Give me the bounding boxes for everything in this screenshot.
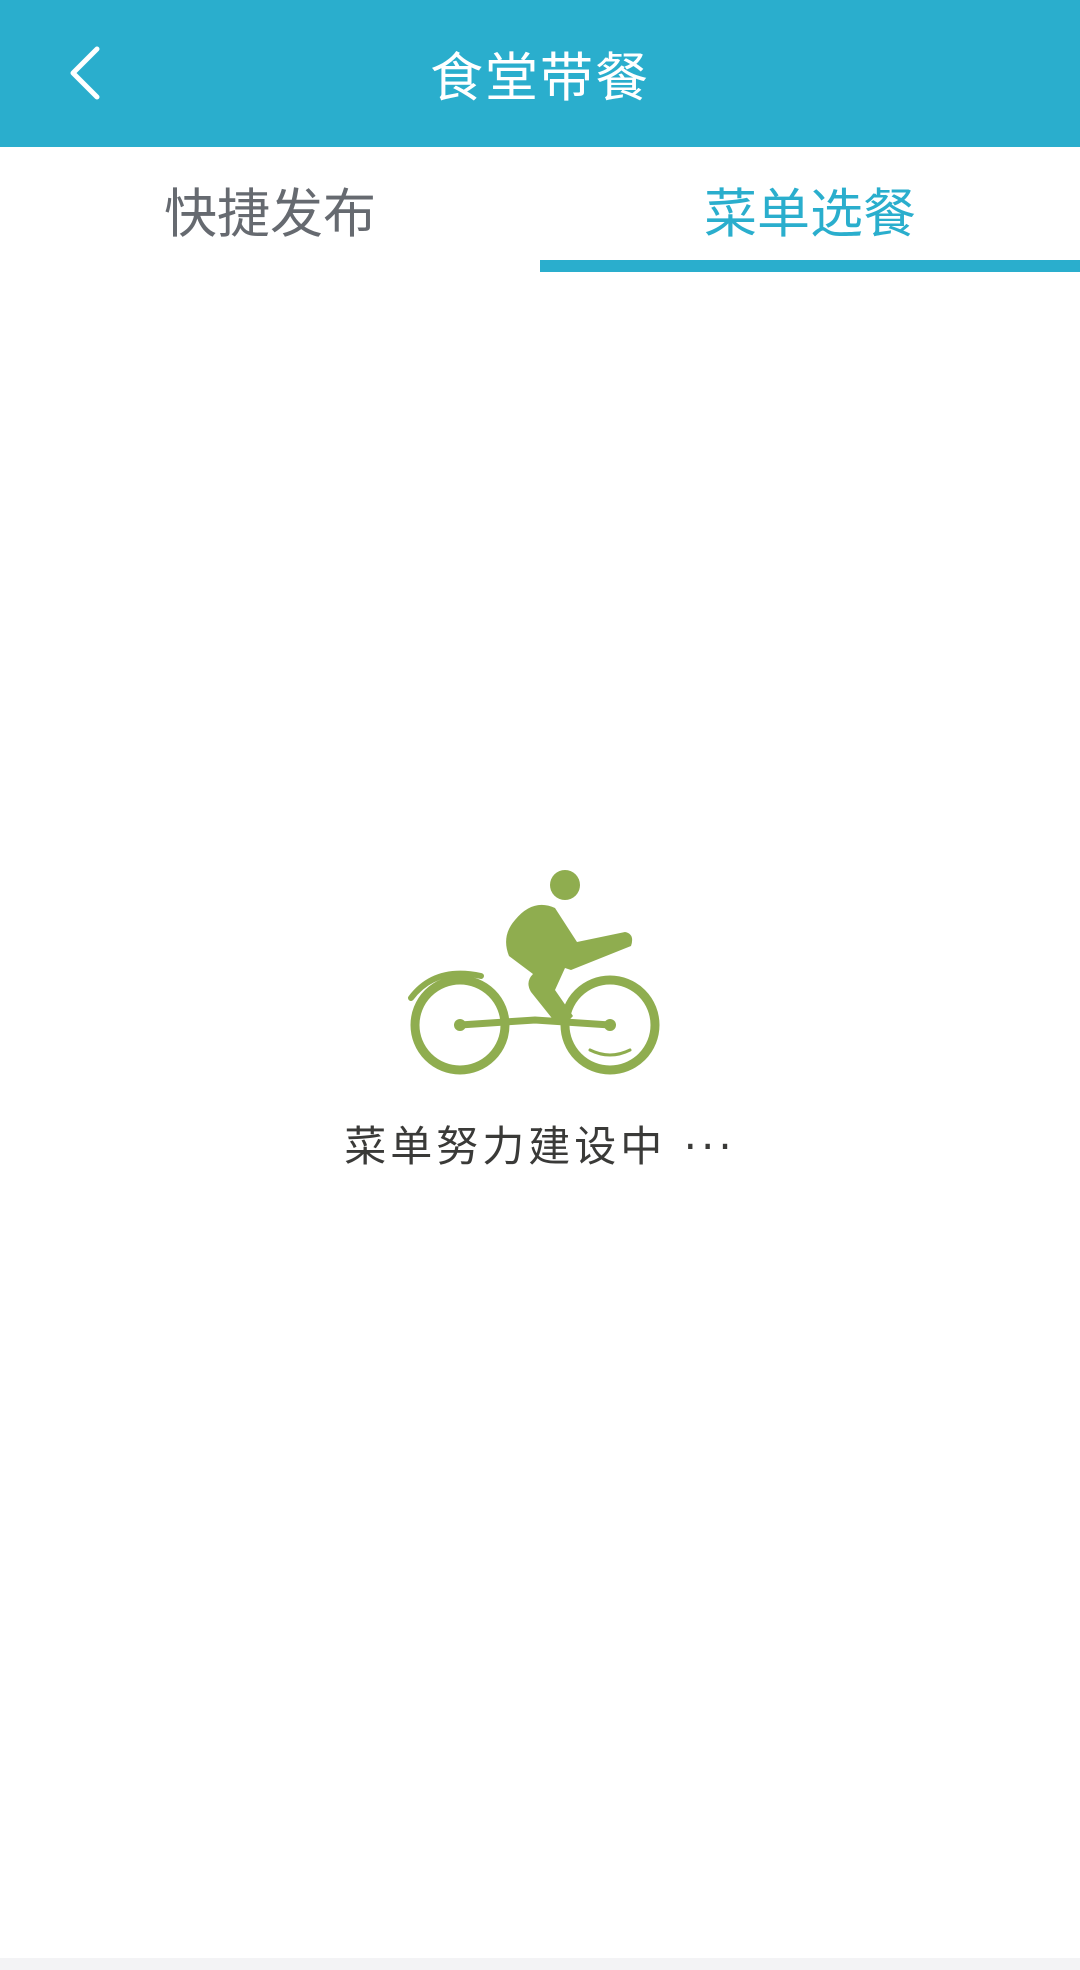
tab-label: 菜单选餐 <box>704 183 916 245</box>
app-screen: 食堂带餐 快捷发布 菜单选餐 菜单努力建设中 ··· <box>0 0 1080 1970</box>
app-header: 食堂带餐 <box>0 0 1080 147</box>
tab-quick-publish[interactable]: 快捷发布 <box>0 147 540 272</box>
chevron-left-icon <box>70 46 100 100</box>
back-button[interactable] <box>40 28 130 118</box>
tab-menu-order[interactable]: 菜单选餐 <box>540 147 1080 272</box>
active-tab-indicator <box>540 260 1080 272</box>
bottom-divider <box>0 1958 1080 1970</box>
empty-state: 菜单努力建设中 ··· <box>0 870 1080 1174</box>
tab-bar: 快捷发布 菜单选餐 <box>0 147 1080 272</box>
cyclist-icon <box>408 870 660 1075</box>
empty-state-message: 菜单努力建设中 ··· <box>344 1122 736 1171</box>
page-title: 食堂带餐 <box>430 47 650 109</box>
tab-label: 快捷发布 <box>164 183 376 245</box>
